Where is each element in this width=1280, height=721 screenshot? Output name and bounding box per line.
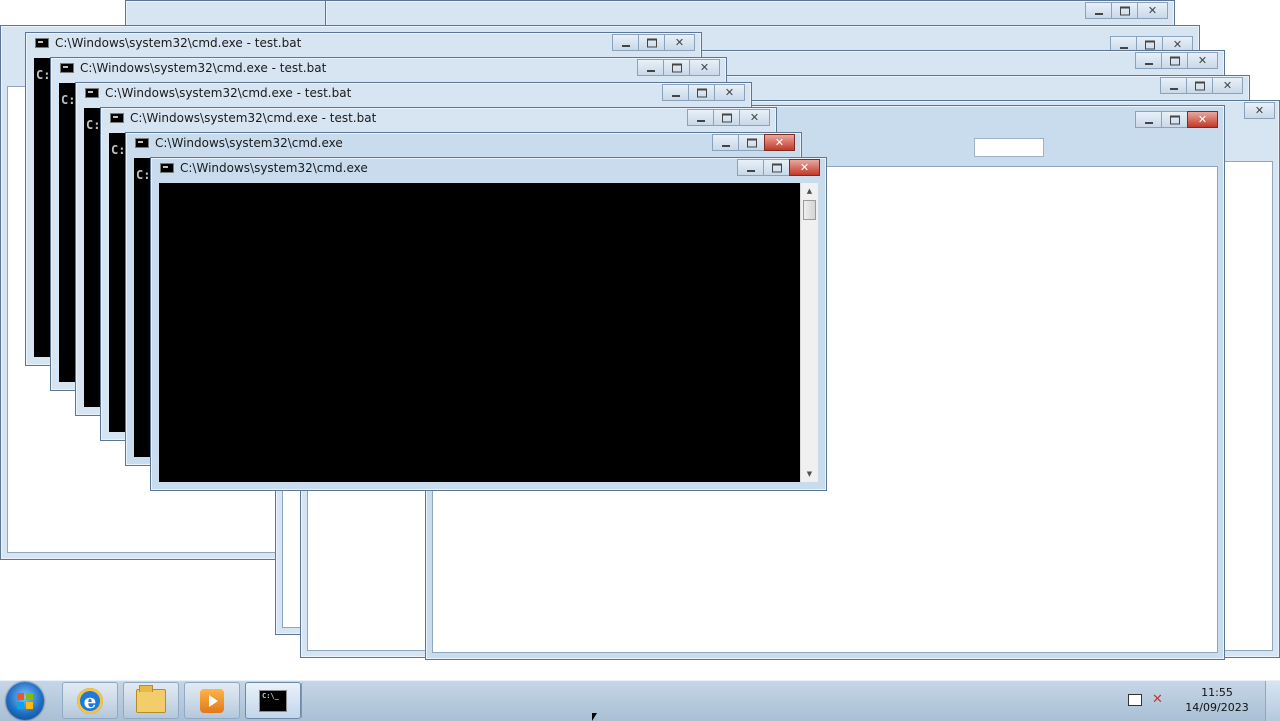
taskbar: e ✕ 11:55 14/09/2023	[0, 680, 1280, 721]
caption-buttons: ✕	[687, 109, 770, 126]
vertical-scrollbar[interactable]: ▲ ▼	[800, 183, 818, 482]
window-title: C:\Windows\system32\cmd.exe - test.bat	[55, 36, 302, 50]
taskbar-media-player[interactable]	[184, 682, 240, 719]
cmd-window-active: C:\Windows\system32\cmd.exe ✕ ▲ ▼	[150, 157, 827, 491]
title-bar[interactable]: C:\Windows\system32\cmd.exe ✕	[126, 133, 801, 155]
clock[interactable]: 11:55 14/09/2023	[1182, 685, 1252, 715]
caption-buttons: ✕	[1085, 2, 1168, 19]
maximize-button[interactable]	[688, 84, 715, 101]
taskbar-cmd-stack[interactable]	[301, 682, 307, 719]
taskbar-internet-explorer[interactable]: e	[62, 682, 118, 719]
close-button[interactable]: ✕	[1244, 102, 1275, 119]
maximize-button[interactable]	[638, 34, 665, 51]
maximize-button[interactable]	[663, 59, 690, 76]
caption-buttons: ✕	[612, 34, 695, 51]
minimize-button[interactable]	[712, 134, 739, 151]
console-text: C:	[86, 118, 101, 132]
maximize-button[interactable]	[1111, 2, 1138, 19]
minimize-button[interactable]	[612, 34, 639, 51]
close-button[interactable]: ✕	[1212, 77, 1243, 94]
media-player-icon	[200, 688, 224, 713]
window-title: C:\Windows\system32\cmd.exe	[180, 161, 368, 175]
caption-buttons: ✕	[1160, 77, 1243, 94]
folder-icon	[136, 684, 166, 713]
cmd-icon	[60, 63, 74, 73]
caption-buttons: ✕	[637, 59, 720, 76]
internet-explorer-icon: e	[77, 687, 103, 714]
minimize-button[interactable]	[662, 84, 689, 101]
maximize-button[interactable]	[763, 159, 790, 176]
caption-buttons: ✕	[737, 159, 820, 176]
title-bar[interactable]: C:\Windows\system32\cmd.exe ✕	[151, 158, 826, 180]
minimize-button[interactable]	[1085, 2, 1112, 19]
console-text: C:	[36, 68, 51, 82]
close-button[interactable]: ✕	[1187, 111, 1218, 128]
title-bar[interactable]: C:\Windows\system32\cmd.exe - test.bat ✕	[76, 83, 751, 105]
scroll-up-arrow-icon[interactable]: ▲	[801, 183, 818, 199]
clock-time: 11:55	[1201, 686, 1233, 699]
show-desktop-button[interactable]	[1265, 681, 1280, 721]
taskbar-cmd[interactable]	[245, 682, 301, 719]
search-box[interactable]	[974, 138, 1044, 157]
minimize-button[interactable]	[1135, 111, 1162, 128]
maximize-button[interactable]	[1161, 111, 1188, 128]
clock-date: 14/09/2023	[1185, 701, 1249, 714]
title-bar[interactable]: C:\Windows\system32\cmd.exe - test.bat ✕	[51, 58, 726, 80]
minimize-button[interactable]	[637, 59, 664, 76]
network-icon[interactable]	[1128, 694, 1142, 706]
close-button[interactable]: ✕	[1137, 2, 1168, 19]
window-title: C:\Windows\system32\cmd.exe - test.bat	[80, 61, 327, 75]
console-text: C:	[111, 143, 126, 157]
caption-buttons: ✕	[1135, 52, 1218, 69]
maximize-button[interactable]	[1186, 77, 1213, 94]
close-button[interactable]: ✕	[1187, 52, 1218, 69]
title-bar[interactable]: C:\Windows\system32\cmd.exe - test.bat ✕	[101, 108, 776, 130]
cmd-icon	[135, 138, 149, 148]
maximize-button[interactable]	[1161, 52, 1188, 69]
taskbar-windows-explorer[interactable]	[123, 682, 179, 719]
cmd-icon	[35, 38, 49, 48]
minimize-button[interactable]	[687, 109, 714, 126]
minimize-button[interactable]	[1135, 52, 1162, 69]
maximize-button[interactable]	[713, 109, 740, 126]
window-title: C:\Windows\system32\cmd.exe	[155, 136, 343, 150]
close-button[interactable]: ✕	[789, 159, 820, 176]
close-button[interactable]: ✕	[664, 34, 695, 51]
volume-muted-icon[interactable]: ✕	[1152, 693, 1166, 707]
close-button[interactable]: ✕	[714, 84, 745, 101]
scroll-thumb[interactable]	[803, 200, 816, 220]
minimize-button[interactable]	[737, 159, 764, 176]
window-title: C:\Windows\system32\cmd.exe - test.bat	[130, 111, 377, 125]
maximize-button[interactable]	[738, 134, 765, 151]
window-title: C:\Windows\system32\cmd.exe - test.bat	[105, 86, 352, 100]
start-button[interactable]	[6, 682, 44, 720]
console-text: C:	[61, 93, 76, 107]
caption-buttons: ✕	[1135, 111, 1218, 128]
caption-buttons: ✕	[712, 134, 795, 151]
close-button[interactable]: ✕	[739, 109, 770, 126]
console-area[interactable]	[159, 183, 801, 482]
title-bar[interactable]: C:\Windows\system32\cmd.exe - test.bat ✕	[26, 33, 701, 55]
system-tray: ✕ 11:55 14/09/2023	[1116, 681, 1266, 721]
console-text: C:	[136, 168, 151, 182]
cmd-icon	[160, 163, 174, 173]
close-button[interactable]: ✕	[764, 134, 795, 151]
caption-buttons: ✕	[1244, 102, 1275, 119]
minimize-button[interactable]	[1160, 77, 1187, 94]
cmd-icon	[110, 113, 124, 123]
caption-buttons: ✕	[662, 84, 745, 101]
cmd-icon	[85, 88, 99, 98]
cmd-icon	[259, 689, 287, 712]
close-button[interactable]: ✕	[689, 59, 720, 76]
scroll-down-arrow-icon[interactable]: ▼	[801, 466, 818, 482]
